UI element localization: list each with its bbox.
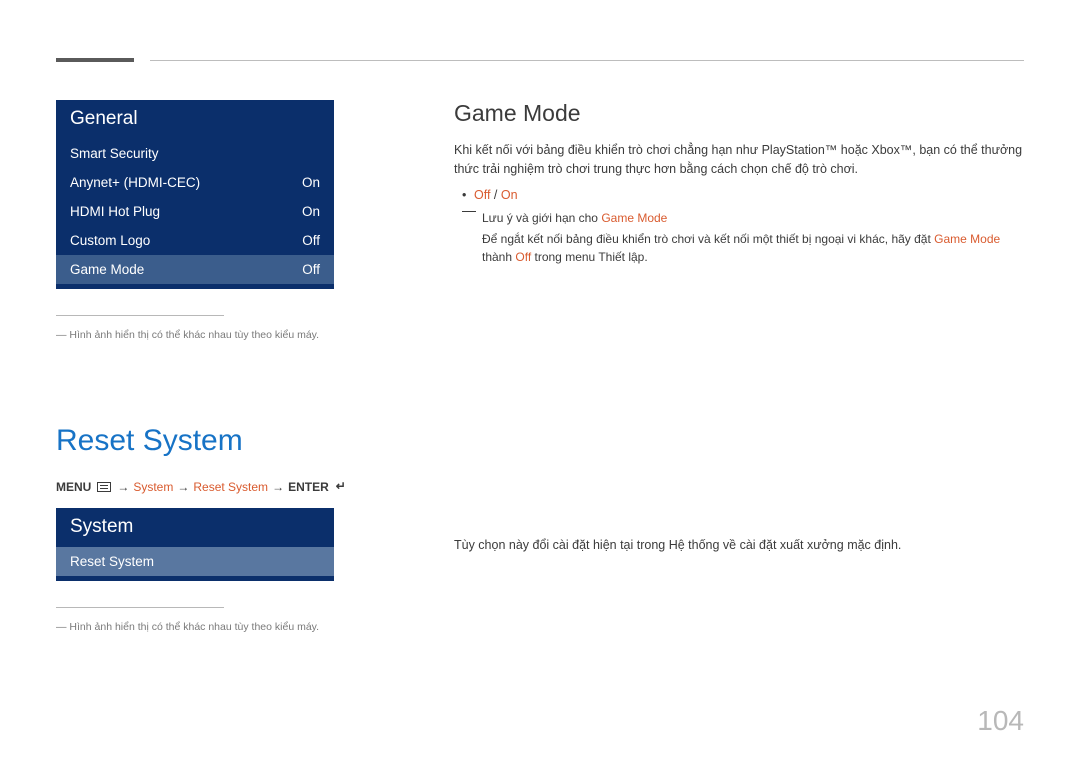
- osd-general-menu: General Smart Security Anynet+ (HDMI-CEC…: [56, 100, 334, 289]
- osd-row-value: Off: [302, 233, 320, 248]
- osd-row-label: Custom Logo: [70, 233, 150, 248]
- osd-row-value: On: [302, 204, 320, 219]
- osd-row-custom-logo: Custom Logo Off: [56, 226, 334, 255]
- reset-system-heading: Reset System: [56, 424, 406, 458]
- arrow-icon: →: [177, 480, 189, 494]
- osd-system-menu: System Reset System: [56, 508, 334, 581]
- note-divider: [56, 315, 224, 316]
- osd-row-label: Anynet+ (HDMI-CEC): [70, 175, 200, 190]
- osd-row-smart-security: Smart Security: [56, 139, 334, 168]
- note-lead-text: Lưu ý và giới hạn cho: [482, 211, 601, 225]
- osd-general-title: General: [56, 100, 334, 139]
- osd-row-label: Smart Security: [70, 146, 159, 161]
- note-lead-line: [462, 211, 476, 212]
- document-page: General Smart Security Anynet+ (HDMI-CEC…: [0, 0, 1080, 763]
- note-body-e: trong menu Thiết lập.: [531, 250, 648, 264]
- content-columns: General Smart Security Anynet+ (HDMI-CEC…: [56, 100, 1024, 723]
- reset-system-description-block: Tùy chọn này đổi cài đặt hiện tại trong …: [454, 536, 1024, 555]
- game-mode-options-bullet: Off / On: [454, 186, 1024, 205]
- arrow-icon: →: [117, 480, 129, 494]
- osd-row-game-mode: Game Mode Off: [56, 255, 334, 284]
- osd-row-label: Game Mode: [70, 262, 144, 277]
- note-divider: [56, 607, 224, 608]
- arrow-icon: →: [272, 480, 284, 494]
- note-body-c: thành: [482, 250, 515, 264]
- game-mode-note-body: Để ngắt kết nối bảng điều khiển trò chơi…: [454, 230, 1024, 266]
- image-vary-note-2: ― Hình ảnh hiển thị có thể khác nhau tùy…: [56, 620, 406, 636]
- note-game-mode: Game Mode: [601, 211, 667, 225]
- enter-icon: [335, 482, 349, 493]
- menu-icon: [97, 482, 111, 492]
- note-body-a: Để ngắt kết nối bảng điều khiển trò chơi…: [482, 232, 934, 246]
- game-mode-heading: Game Mode: [454, 100, 1024, 127]
- option-on: On: [501, 188, 518, 202]
- left-column: General Smart Security Anynet+ (HDMI-CEC…: [56, 100, 406, 723]
- osd-system-title: System: [56, 508, 334, 547]
- path-seg-reset-system: Reset System: [193, 480, 268, 494]
- osd-row-value: On: [302, 175, 320, 190]
- page-number: 104: [977, 705, 1024, 737]
- game-mode-note-heading: Lưu ý và giới hạn cho Game Mode: [454, 209, 1024, 227]
- osd-row-anynet: Anynet+ (HDMI-CEC) On: [56, 168, 334, 197]
- osd-row-reset-system: Reset System: [56, 547, 334, 576]
- top-accent-bar: [56, 58, 134, 62]
- path-seg-system: System: [133, 480, 173, 494]
- path-menu-label: MENU: [56, 480, 91, 494]
- note-body-gm: Game Mode: [934, 232, 1000, 246]
- menu-path: MENU → System → Reset System → ENTER: [56, 480, 406, 494]
- osd-row-hdmi-hot-plug: HDMI Hot Plug On: [56, 197, 334, 226]
- option-separator: /: [490, 188, 500, 202]
- osd-row-value: Off: [302, 262, 320, 277]
- game-mode-paragraph: Khi kết nối với bảng điều khiển trò chơi…: [454, 141, 1024, 180]
- reset-system-block: Reset System MENU → System → Reset Syste…: [56, 424, 406, 636]
- option-off: Off: [474, 188, 490, 202]
- note-body-off: Off: [515, 250, 531, 264]
- right-column: Game Mode Khi kết nối với bảng điều khiể…: [454, 100, 1024, 723]
- osd-row-label: Reset System: [70, 554, 154, 569]
- reset-system-description: Tùy chọn này đổi cài đặt hiện tại trong …: [454, 536, 1024, 555]
- image-vary-note-1: ― Hình ảnh hiển thị có thể khác nhau tùy…: [56, 328, 406, 344]
- top-horizontal-rule: [150, 60, 1024, 61]
- osd-row-label: HDMI Hot Plug: [70, 204, 160, 219]
- path-enter-label: ENTER: [288, 480, 329, 494]
